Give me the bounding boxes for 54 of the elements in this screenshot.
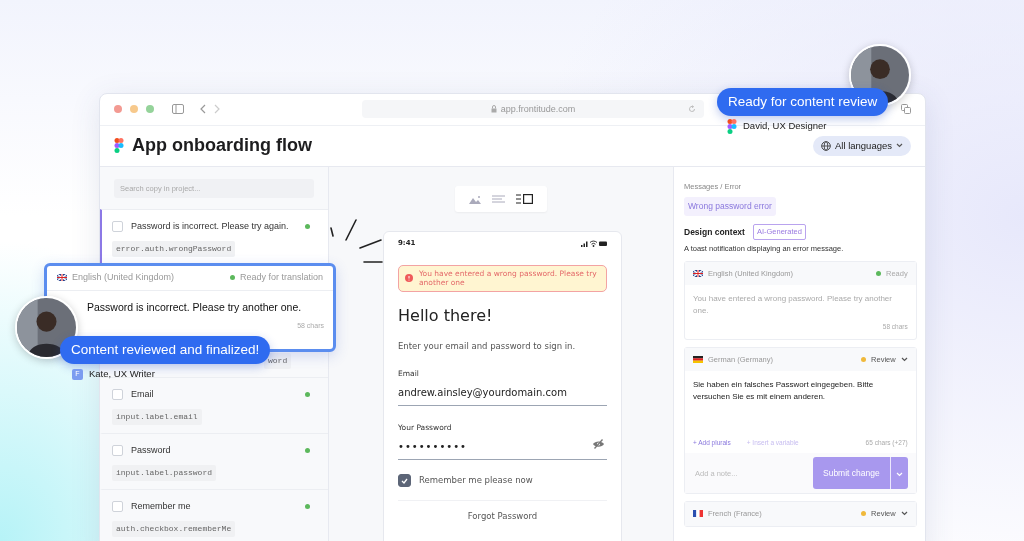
hide-password-icon[interactable] xyxy=(592,439,605,450)
forward-icon[interactable] xyxy=(214,104,220,115)
item-text: Remember me xyxy=(131,500,191,514)
password-field[interactable]: •••••••••• xyxy=(398,433,607,461)
forgot-password-link[interactable]: Forgot Password xyxy=(467,511,538,522)
chevron-down-icon xyxy=(900,511,908,517)
chevron-down-icon xyxy=(896,143,903,149)
key-label: auth.checkbox.rememberMe xyxy=(112,520,236,537)
key-label: input.label.password xyxy=(112,464,216,481)
section-title: Design context xyxy=(684,225,745,239)
caret-icon xyxy=(895,471,903,477)
lock-icon xyxy=(490,105,497,114)
list-item[interactable]: Password is incorrect. Please try again. error.auth.wrongPassword xyxy=(100,209,328,266)
sidebar-toggle-icon[interactable] xyxy=(172,104,184,115)
comment-bubble: Ready for content review xyxy=(717,88,889,116)
language-dropdown[interactable]: All languages xyxy=(812,135,911,156)
image-view-icon[interactable] xyxy=(468,194,481,204)
translation-text: You have entered a wrong password. Please try another one. xyxy=(693,293,893,318)
chevron-down-icon xyxy=(900,357,908,363)
figma-logo-icon xyxy=(727,119,737,134)
key-label: error.auth.wrongPassword xyxy=(112,240,236,257)
error-icon xyxy=(405,274,413,283)
check-icon xyxy=(401,477,408,484)
checkbox[interactable] xyxy=(398,474,411,488)
maximize-button[interactable] xyxy=(146,105,154,114)
flag-icon xyxy=(693,269,703,277)
checkbox-label: Remember me please now xyxy=(419,474,533,488)
copy-icon[interactable] xyxy=(901,104,911,115)
flag-icon xyxy=(57,274,67,282)
item-text: Email xyxy=(131,388,154,402)
page-title: App onboarding flow xyxy=(132,134,312,158)
language-label: English (United Kingdom) xyxy=(72,271,175,284)
close-button[interactable] xyxy=(114,105,122,114)
minimize-button[interactable] xyxy=(130,105,138,114)
translation-text: Sie haben ein falsches Passwort eingegeben. Bitte versuchen Sie es mit einem anderen. xyxy=(693,379,875,404)
key-label: input.label.email xyxy=(112,408,202,425)
screen-subtitle: Enter your email and password to sign in. xyxy=(398,340,577,353)
screen-heading: Hello there! xyxy=(398,305,494,328)
text-view-icon[interactable] xyxy=(492,194,505,204)
email-field[interactable]: andrew.ainsley@yourdomain.com xyxy=(398,379,607,407)
list-view-icon[interactable] xyxy=(516,194,534,205)
back-icon[interactable] xyxy=(200,104,206,115)
flag-icon xyxy=(693,356,703,364)
author-name: David, UX Designer xyxy=(743,119,827,134)
status-label: Ready for translation xyxy=(239,271,323,284)
message-tag: Wrong password error xyxy=(684,197,776,217)
status-icons-icon xyxy=(581,239,607,247)
item-text: Password xyxy=(131,444,171,458)
reload-icon[interactable] xyxy=(688,105,696,114)
translation-text: Password is incorrect. Please try another one. xyxy=(86,299,303,315)
globe-icon xyxy=(820,140,831,151)
item-text: Password is incorrect. Please try again. xyxy=(131,220,289,234)
figma-logo-icon xyxy=(114,138,124,154)
flag-icon xyxy=(693,510,703,518)
